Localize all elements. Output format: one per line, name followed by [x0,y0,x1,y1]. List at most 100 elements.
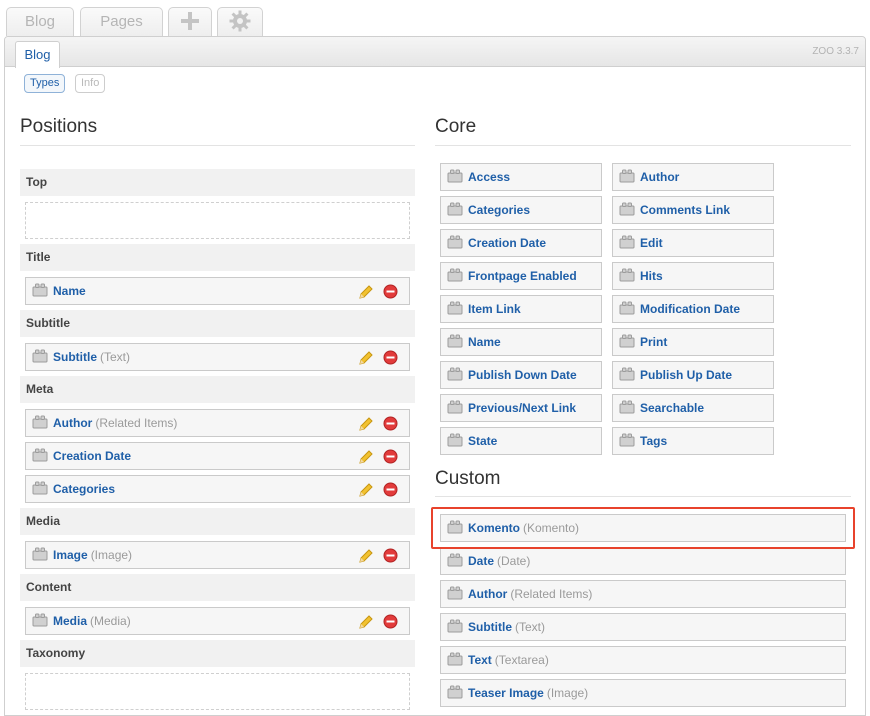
delete-icon[interactable] [383,350,398,365]
position-element-subtitle[interactable]: Subtitle (Text) [25,343,410,371]
tab-config[interactable] [217,7,263,36]
element-block-icon [32,448,48,462]
element-name: Categories [53,482,116,496]
element-block-icon [32,283,48,297]
core-element[interactable]: Author [612,163,774,191]
info-button[interactable]: Info [75,74,106,93]
element-name: Date [468,554,495,568]
pencil-icon[interactable] [358,449,374,465]
position-element-creation-date[interactable]: Creation Date [25,442,410,470]
element-name: Subtitle [53,350,97,364]
pencil-icon[interactable] [358,284,374,300]
subtab-blog[interactable]: Blog [15,41,60,68]
position-element-author[interactable]: Author (Related Items) [25,409,410,437]
element-block-icon [619,169,635,183]
element-block-icon [447,586,463,600]
custom-element[interactable]: Text (Textarea) [440,646,846,674]
element-block-icon [32,415,48,429]
custom-element[interactable]: Subtitle (Text) [440,613,846,641]
pencil-icon[interactable] [358,350,374,366]
element-name: Author [468,587,508,601]
element-block-icon [32,349,48,363]
element-block-icon [447,619,463,633]
core-element[interactable]: Publish Up Date [612,361,774,389]
element-name: Print [640,335,668,349]
element-block-icon [447,334,463,348]
element-name: Tags [640,434,668,448]
element-name: Access [468,170,511,184]
tab-add[interactable] [168,7,212,36]
element-name: Publish Down Date [468,368,577,382]
position-element-media[interactable]: Media (Media) [25,607,410,635]
element-block-icon [619,301,635,315]
core-element[interactable]: State [440,427,602,455]
delete-icon[interactable] [383,449,398,464]
element-type: (Image) [546,686,589,700]
core-element[interactable]: Publish Down Date [440,361,602,389]
core-element[interactable]: Name [440,328,602,356]
position-subtitle-label: Subtitle [20,310,415,337]
element-block-icon [447,235,463,249]
position-element-categories[interactable]: Categories [25,475,410,503]
core-element[interactable]: Creation Date [440,229,602,257]
core-element[interactable]: Edit [612,229,774,257]
pencil-icon[interactable] [358,416,374,432]
element-name: Text [468,653,492,667]
plus-icon [181,11,199,30]
element-type: (Related Items) [95,416,178,430]
element-block-icon [447,400,463,414]
element-name: Teaser Image [468,686,544,700]
element-block-icon [447,685,463,699]
element-block-icon [32,613,48,627]
element-name: State [468,434,498,448]
tab-pages[interactable]: Pages [80,7,163,36]
element-block-icon [619,433,635,447]
custom-element[interactable]: Teaser Image (Image) [440,679,846,707]
core-element[interactable]: Previous/Next Link [440,394,602,422]
delete-icon[interactable] [383,614,398,629]
position-content-label: Content [20,574,415,601]
element-name: Author [640,170,680,184]
delete-icon[interactable] [383,416,398,431]
element-name: Edit [640,236,663,250]
position-top-label: Top [20,169,415,196]
delete-icon[interactable] [383,548,398,563]
position-media-label: Media [20,508,415,535]
position-taxonomy-dropzone[interactable] [25,673,410,710]
core-element[interactable]: Modification Date [612,295,774,323]
core-element[interactable]: Comments Link [612,196,774,224]
custom-element[interactable]: Author (Related Items) [440,580,846,608]
types-button[interactable]: Types [24,74,66,93]
pencil-icon[interactable] [358,614,374,630]
position-element-image[interactable]: Image (Image) [25,541,410,569]
element-block-icon [447,268,463,282]
tab-blog[interactable]: Blog [6,7,74,36]
element-block-icon [619,334,635,348]
element-name: Hits [640,269,663,283]
element-block-icon [447,433,463,447]
element-block-icon [619,268,635,282]
core-element[interactable]: Hits [612,262,774,290]
core-element[interactable]: Searchable [612,394,774,422]
pencil-icon[interactable] [358,482,374,498]
delete-icon[interactable] [383,284,398,299]
core-element[interactable]: Frontpage Enabled [440,262,602,290]
element-block-icon [447,553,463,567]
core-element[interactable]: Access [440,163,602,191]
element-name: Previous/Next Link [468,401,577,415]
core-element[interactable]: Categories [440,196,602,224]
position-top-dropzone[interactable] [25,202,410,239]
element-type: (Image) [90,548,133,562]
delete-icon[interactable] [383,482,398,497]
main-panel: Blog ZOO 3.3.7 Types Info Positions Top … [4,36,866,716]
element-name: Subtitle [468,620,512,634]
core-element[interactable]: Print [612,328,774,356]
element-block-icon [32,481,48,495]
core-element[interactable]: Tags [612,427,774,455]
position-element-name[interactable]: Name [25,277,410,305]
pencil-icon[interactable] [358,548,374,564]
element-name: Image [53,548,88,562]
core-element[interactable]: Item Link [440,295,602,323]
custom-element[interactable]: Date (Date) [440,547,846,575]
element-block-icon [619,202,635,216]
